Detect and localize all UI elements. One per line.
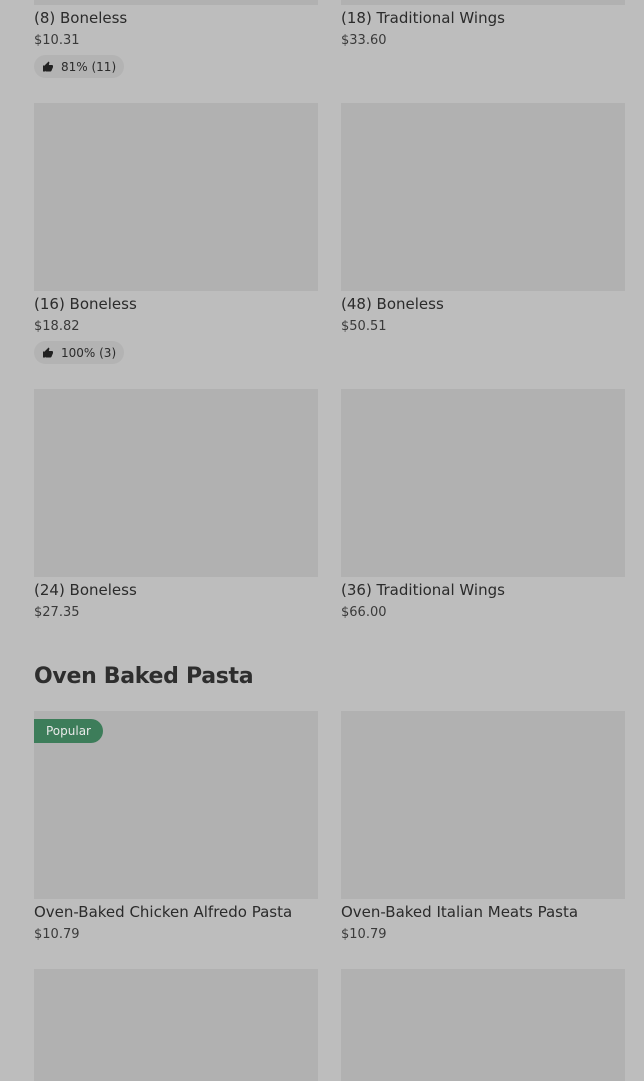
rating-badge: 100% (3)	[34, 341, 125, 364]
item-name: (36) Traditional Wings	[341, 581, 505, 599]
item-image	[341, 969, 625, 1081]
menu-item-card[interactable]: (24) Boneless $27.35	[34, 389, 318, 620]
item-name: (24) Boneless	[34, 581, 137, 599]
rating-text: 81% (11)	[61, 59, 117, 74]
item-price: $66.00	[341, 605, 387, 620]
item-name: Oven-Baked Chicken Alfredo Pasta	[34, 903, 293, 921]
item-price: $27.35	[34, 605, 80, 620]
item-image: Popular	[34, 711, 318, 899]
thumbs-up-icon	[43, 347, 53, 357]
item-image	[341, 103, 625, 291]
item-name: (8) Boneless	[34, 9, 128, 27]
item-name: (48) Boneless	[341, 295, 444, 313]
menu-item-card[interactable]	[34, 969, 318, 1081]
item-price: $10.79	[341, 927, 387, 942]
item-image	[341, 389, 625, 577]
item-image	[34, 969, 318, 1081]
item-price: $33.60	[341, 33, 387, 48]
item-price: $10.79	[34, 927, 80, 942]
thumbs-up-icon	[43, 61, 53, 71]
menu-item-card[interactable]: Popular Oven-Baked Chicken Alfredo Pasta…	[34, 711, 318, 942]
item-image	[34, 389, 318, 577]
item-image	[341, 0, 625, 5]
menu-item-card[interactable]: (36) Traditional Wings $66.00	[341, 389, 625, 620]
menu-item-card[interactable]: (18) Traditional Wings $33.60	[341, 0, 625, 48]
item-price: $10.31	[34, 33, 80, 48]
rating-badge: 81% (11)	[34, 55, 125, 78]
popular-badge: Popular	[34, 719, 103, 743]
section-title: Oven Baked Pasta	[34, 664, 254, 689]
item-image	[34, 0, 318, 5]
item-image	[341, 711, 625, 899]
rating-text: 100% (3)	[61, 345, 117, 360]
item-name: (18) Traditional Wings	[341, 9, 505, 27]
menu-item-card[interactable]: (16) Boneless $18.82 100% (3)	[34, 103, 318, 364]
menu-item-card[interactable]	[341, 969, 625, 1081]
menu-item-card[interactable]: Oven-Baked Italian Meats Pasta $10.79	[341, 711, 625, 942]
item-price: $50.51	[341, 319, 387, 334]
item-price: $18.82	[34, 319, 80, 334]
item-image	[34, 103, 318, 291]
item-name: (16) Boneless	[34, 295, 137, 313]
menu-item-card[interactable]: (48) Boneless $50.51	[341, 103, 625, 334]
item-name: Oven-Baked Italian Meats Pasta	[341, 903, 579, 921]
menu-item-card[interactable]: (8) Boneless $10.31 81% (11)	[34, 0, 318, 78]
